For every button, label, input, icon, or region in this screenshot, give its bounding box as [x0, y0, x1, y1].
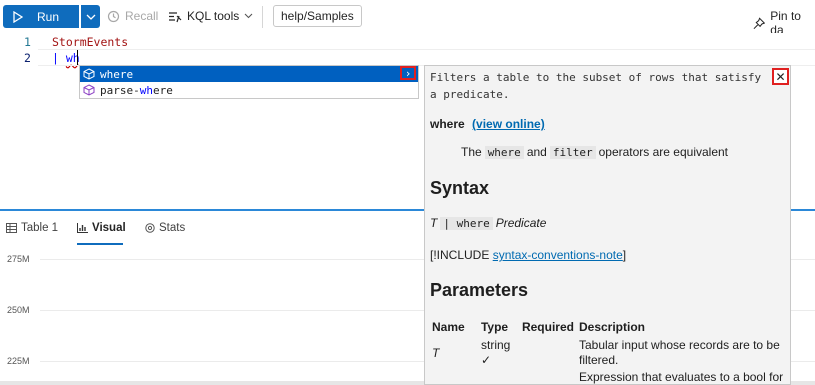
table-icon [6, 223, 17, 233]
toolbar: Run Recall KQL tools help/Samples Pin to… [0, 0, 815, 37]
parameters-table: Name Type Required Description T string … [430, 318, 790, 384]
parameters-heading: Parameters [430, 280, 529, 300]
cube-icon [83, 68, 95, 80]
chevron-right-icon: › [404, 66, 412, 80]
syntax-conventions-link[interactable]: syntax-conventions-note [493, 248, 623, 262]
operator-name: where (view online) [430, 117, 545, 131]
suggestion-details-panel: Filters a table to the subset of rows th… [424, 65, 791, 385]
database-selector[interactable]: help/Samples [273, 5, 362, 27]
close-details-button[interactable]: ✕ [772, 68, 789, 85]
run-label: Run [37, 9, 60, 24]
pin-icon [753, 16, 766, 29]
chevron-down-icon [244, 13, 253, 19]
line-number-gutter: 1 2 [0, 33, 38, 209]
kql-tools-icon [169, 11, 182, 22]
kql-tools-menu[interactable]: KQL tools [168, 9, 253, 23]
line-number: 2 [24, 51, 31, 65]
chevron-down-icon [86, 14, 95, 20]
syntax-heading: Syntax [430, 178, 490, 198]
recall-label: Recall [125, 9, 159, 23]
kql-tools-label: KQL tools [187, 9, 240, 23]
tab-visual[interactable]: Visual [77, 222, 126, 234]
include-note: [!INCLUDE syntax-conventions-note] [430, 248, 627, 262]
suggestion-label: parse-where [100, 83, 173, 97]
tab-table-1[interactable]: Table 1 [6, 222, 58, 234]
close-icon: ✕ [775, 69, 786, 84]
suggestion-item-where[interactable]: where › [80, 66, 418, 82]
text-cursor [77, 50, 78, 65]
syntax-line: T | where Predicate [430, 216, 547, 230]
line-number: 1 [24, 35, 31, 49]
docs-summary: Filters a table to the subset of rows th… [430, 71, 762, 101]
cube-icon [83, 84, 95, 96]
y-tick-label: 250M [7, 305, 30, 315]
run-options-dropdown[interactable] [81, 5, 100, 28]
current-line-highlight [38, 49, 815, 66]
read-more-button[interactable]: › [400, 66, 416, 80]
recall-button[interactable]: Recall [107, 9, 158, 23]
suggestion-list[interactable]: where › parse-where [79, 65, 419, 99]
recall-icon [107, 10, 120, 22]
play-icon [13, 10, 23, 23]
suggestion-label: where [100, 67, 134, 81]
view-online-link[interactable]: (view online) [472, 117, 545, 131]
equivalence-note: The where and filter operators are equivalen… [461, 145, 729, 159]
suggestion-item-parse-where[interactable]: parse-where [80, 82, 418, 98]
tab-stats[interactable]: Stats [145, 222, 185, 234]
toolbar-divider [262, 6, 263, 28]
table-row: Expression that evaluates to a bool for [578, 370, 784, 384]
table-header-row: Name Type Required Description [432, 320, 645, 334]
y-tick-label: 225M [7, 356, 30, 366]
code-line-1[interactable]: StormEvents [52, 35, 128, 49]
chart-icon [77, 223, 88, 233]
stats-icon [145, 223, 155, 233]
run-button[interactable]: Run [3, 5, 79, 28]
table-row: T string ✓ Tabular input whose records a… [432, 338, 780, 367]
y-tick-label: 275M [7, 254, 30, 264]
